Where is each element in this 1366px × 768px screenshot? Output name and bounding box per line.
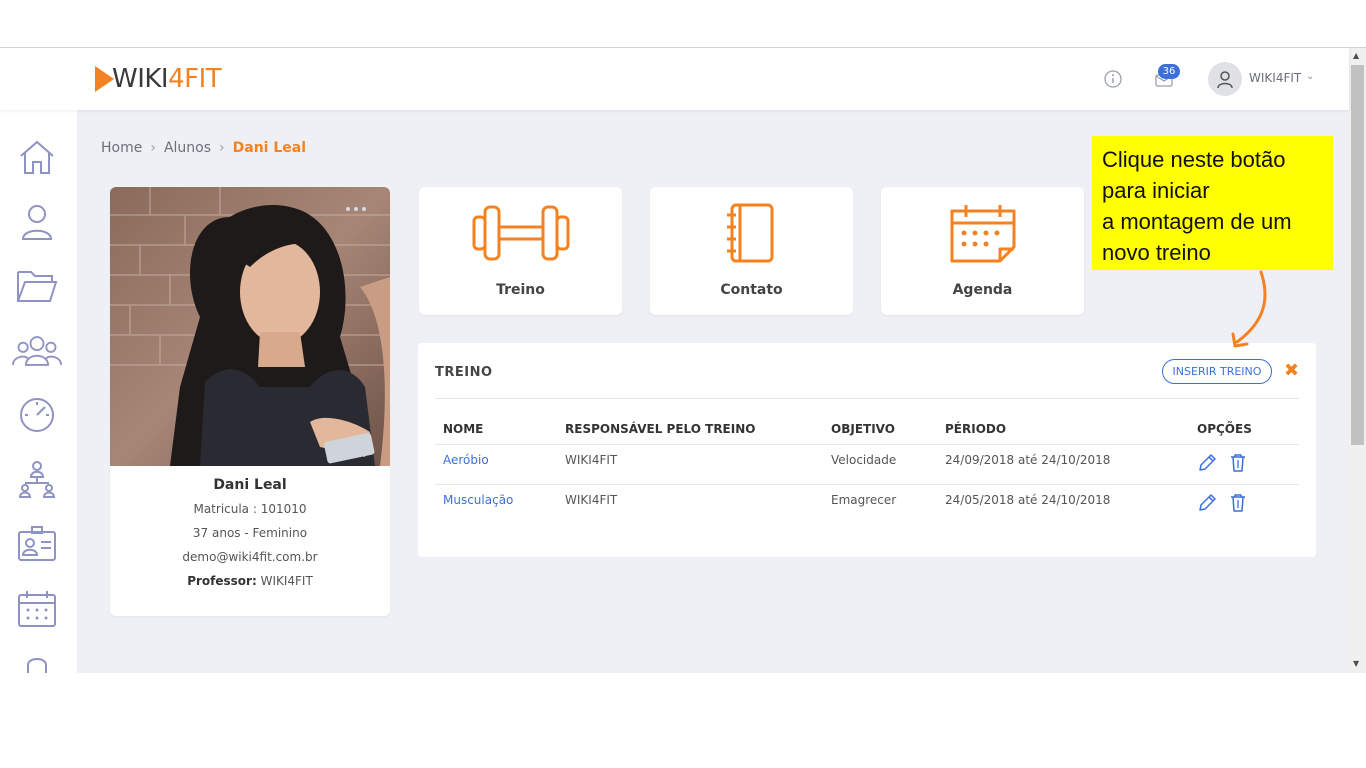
scroll-thumb[interactable] [1351, 65, 1364, 445]
profile-age-gender: 37 anos - Feminino [192, 526, 308, 540]
logo[interactable]: WIKI 4FIT [95, 64, 222, 94]
tile-treino[interactable]: Treino [419, 187, 622, 315]
breadcrumb: Home › Alunos › Dani Leal [101, 140, 306, 156]
column-header-responsavel: RESPONSÁVEL PELO TREINO [565, 422, 756, 436]
callout-line: novo treino [1102, 240, 1211, 265]
treino-panel: TREINO INSERIR TREINO ✖ NOME RESPONSÁVEL… [418, 343, 1316, 557]
user-name[interactable]: WIKI4FIT [1249, 71, 1301, 85]
tile-agenda-label: Agenda [952, 282, 1013, 298]
column-header-objetivo: OBJETIVO [831, 422, 895, 436]
scroll-down-arrow[interactable]: ▼ [1353, 659, 1359, 668]
treino-objetivo: Emagrecer [831, 493, 897, 507]
sidebar [0, 110, 77, 673]
professor-label: Professor: [187, 574, 257, 588]
breadcrumb-current: Dani Leal [232, 140, 307, 156]
logo-text-4fit: 4FIT [168, 64, 222, 94]
calendar-icon [950, 205, 1015, 263]
folder-icon [17, 271, 58, 302]
table-header: NOME RESPONSÁVEL PELO TREINO OBJETIVO PÉ… [435, 415, 1299, 445]
profile-photo [110, 187, 390, 466]
profile-name: Dani Leal [213, 477, 287, 493]
insert-treino-button[interactable]: INSERIR TREINO [1162, 359, 1272, 384]
sidebar-item-gauge[interactable] [12, 392, 62, 438]
sidebar-item-hierarchy[interactable] [12, 456, 62, 502]
top-bar: WIKI 4FIT 36 WIKI4FIT ⌄ [0, 48, 1349, 110]
callout-line: Clique neste botão [1102, 147, 1286, 172]
sidebar-item-group[interactable] [12, 328, 62, 374]
breadcrumb-home[interactable]: Home [101, 140, 142, 156]
treino-periodo: 24/05/2018 até 24/10/2018 [945, 493, 1111, 507]
sidebar-item-home[interactable] [12, 134, 62, 180]
profile-email: demo@wiki4fit.com.br [182, 550, 318, 564]
tile-treino-label: Treino [496, 282, 545, 298]
logo-text-wiki: WIKI [112, 64, 169, 94]
row-options [1197, 453, 1247, 473]
info-icon[interactable] [1104, 70, 1122, 92]
trash-icon[interactable] [1229, 493, 1247, 513]
column-header-nome: NOME [443, 422, 484, 436]
calendar-icon [18, 591, 56, 627]
divider [435, 398, 1299, 399]
sidebar-item-calendar[interactable] [12, 586, 62, 632]
notification-badge: 36 [1158, 64, 1180, 79]
instruction-callout: Clique neste botão para iniciar a montag… [1092, 136, 1333, 270]
edit-icon[interactable] [1197, 453, 1217, 473]
callout-line: para iniciar [1102, 178, 1210, 203]
gauge-icon [20, 398, 54, 432]
callout-arrow-icon [1231, 270, 1267, 348]
treino-name-link[interactable]: Musculação [443, 493, 513, 507]
profile-professor: Professor: WIKI4FIT [110, 574, 390, 588]
home-icon [20, 140, 54, 174]
treino-responsavel: WIKI4FIT [565, 453, 618, 467]
group-icon [12, 336, 62, 366]
breadcrumb-alunos[interactable]: Alunos [164, 140, 211, 156]
tile-agenda[interactable]: Agenda [881, 187, 1084, 315]
treino-objetivo: Velocidade [831, 453, 897, 467]
treino-responsavel: WIKI4FIT [565, 493, 618, 507]
treino-periodo: 24/09/2018 até 24/10/2018 [945, 453, 1111, 467]
tile-contato-label: Contato [720, 282, 783, 298]
trash-icon[interactable] [1229, 453, 1247, 473]
table-row: Aeróbio WIKI4FIT Velocidade 24/09/2018 a… [435, 445, 1299, 485]
sidebar-item-id-card[interactable] [12, 521, 62, 567]
treino-name-link[interactable]: Aeróbio [443, 453, 489, 467]
profile-info: Dani Leal Matricula : 101010 37 anos - F… [110, 477, 390, 598]
column-header-opcoes: OPÇÕES [1197, 422, 1252, 436]
hierarchy-icon [18, 461, 56, 498]
sidebar-item-user[interactable] [12, 199, 62, 245]
chevron-down-icon[interactable]: ⌄ [1306, 71, 1314, 82]
user-icon [21, 205, 53, 240]
callout-line: a montagem de um [1102, 209, 1292, 234]
profile-matricula: Matricula : 101010 [193, 502, 307, 516]
panel-title: TREINO [435, 365, 493, 380]
row-options [1197, 493, 1247, 513]
scroll-up-arrow[interactable]: ▲ [1353, 51, 1359, 60]
sidebar-item-more[interactable] [12, 645, 62, 673]
table-row: Musculação WIKI4FIT Emagrecer 24/05/2018… [435, 485, 1299, 525]
sidebar-item-folder[interactable] [12, 263, 62, 309]
dumbbell-icon [472, 205, 569, 261]
breadcrumb-separator: › [219, 140, 225, 156]
close-icon[interactable]: ✖ [1284, 360, 1299, 381]
tile-contato[interactable]: Contato [650, 187, 853, 315]
edit-icon[interactable] [1197, 493, 1217, 513]
column-header-periodo: PÉRIODO [945, 422, 1007, 436]
profile-card: Dani Leal Matricula : 101010 37 anos - F… [110, 187, 390, 616]
breadcrumb-separator: › [150, 140, 156, 156]
user-avatar-icon [1217, 71, 1233, 89]
id-card-icon [18, 526, 56, 561]
partial-icon [27, 658, 47, 673]
scrollbar[interactable]: ▲ ▼ [1349, 48, 1366, 673]
notebook-icon [726, 203, 773, 263]
avatar[interactable] [1208, 62, 1242, 96]
treino-table: NOME RESPONSÁVEL PELO TREINO OBJETIVO PÉ… [435, 415, 1299, 525]
professor-value: WIKI4FIT [260, 574, 313, 588]
